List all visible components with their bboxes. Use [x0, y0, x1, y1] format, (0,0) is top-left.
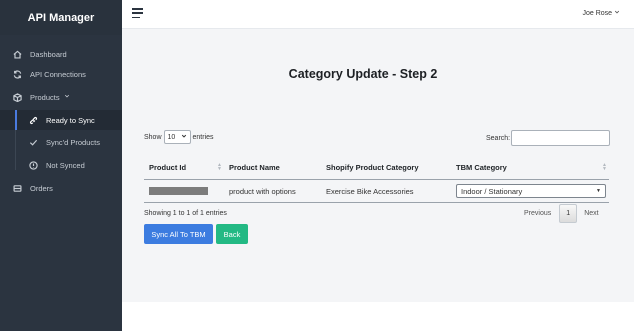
product-id-cell [144, 187, 224, 195]
sync-all-button[interactable]: Sync All To TBM [144, 224, 213, 244]
top-header: Joe Rose [122, 0, 634, 29]
product-name-cell: product with options [229, 186, 296, 196]
sidebar-item-syncd-products[interactable]: Sync'd Products [0, 132, 122, 152]
sidebar-item-label: Not Synced [46, 160, 85, 170]
column-header-shopify-category[interactable]: Shopify Product Category [321, 163, 451, 172]
search-label: Search: [486, 134, 511, 142]
sidebar-item-label: Ready to Sync [46, 115, 95, 125]
info-circle-icon [29, 160, 38, 170]
sync-icon [13, 69, 22, 79]
tbm-category-value: Indoor / Stationary [461, 186, 523, 196]
app-title: API Manager [0, 0, 122, 35]
chevron-down-icon [614, 10, 620, 17]
home-icon [13, 50, 22, 59]
user-menu[interactable]: Joe Rose [582, 9, 620, 17]
sidebar-item-ready-to-sync[interactable]: Ready to Sync [0, 110, 122, 130]
table-info: Showing 1 to 1 of 1 entries [144, 210, 227, 217]
page-title: Category Update - Step 2 [288, 67, 438, 81]
column-header-product-name[interactable]: Product Name [224, 163, 321, 172]
pagination: Previous 1 Next [524, 204, 599, 223]
entries-select[interactable]: 10 [163, 130, 191, 144]
sidebar-item-label: Products [30, 92, 60, 102]
user-name: Joe Rose [582, 10, 613, 17]
search-input[interactable] [511, 130, 611, 146]
sidebar-item-not-synced[interactable]: Not Synced [0, 155, 122, 175]
sidebar-item-dashboard[interactable]: Dashboard [0, 44, 122, 64]
tbm-category-cell: Indoor / Stationary ▼ [451, 184, 609, 198]
shopify-category-cell: Exercise Bike Accessories [326, 186, 414, 196]
sort-icon: ▲ ▼ [602, 162, 607, 172]
next-page-button[interactable]: Next [584, 210, 598, 217]
sidebar-item-label: Dashboard [30, 49, 67, 59]
link-icon [29, 116, 38, 125]
search-control: Search: [486, 130, 611, 146]
entries-value: 10 [167, 133, 176, 141]
main-content: Category Update - Step 2 Show 10 entries… [122, 29, 634, 302]
page-1-button[interactable]: 1 [559, 204, 578, 223]
entries-length-control: Show 10 entries [144, 130, 214, 144]
back-button[interactable]: Back [216, 224, 248, 244]
previous-page-button[interactable]: Previous [524, 210, 551, 217]
caret-down-icon: ▼ [596, 188, 601, 194]
redacted-product-id [149, 187, 208, 195]
sidebar-item-orders[interactable]: Orders [0, 178, 122, 198]
show-label: Show [144, 133, 162, 141]
chevron-down-icon [64, 93, 70, 101]
sidebar-item-products[interactable]: Products [0, 87, 122, 107]
entries-label: entries [192, 133, 214, 141]
check-icon [29, 138, 38, 147]
products-table: Product Id ▲ ▼ Product Name Shopify Produ… [144, 156, 609, 203]
tbm-category-select[interactable]: Indoor / Stationary ▼ [456, 184, 606, 198]
sidebar-item-label: API Connections [30, 69, 86, 79]
list-icon [13, 184, 22, 193]
footer [122, 302, 634, 331]
table-row: product with options Exercise Bike Acces… [144, 180, 609, 203]
chevron-down-icon [181, 133, 187, 141]
sidebar-item-label: Orders [30, 183, 53, 193]
box-icon [13, 92, 22, 102]
column-header-product-id[interactable]: Product Id ▲ ▼ [144, 162, 224, 173]
column-header-tbm-category[interactable]: TBM Category ▲ ▼ [451, 162, 609, 173]
sidebar: API Manager Dashboard API Connections Pr… [0, 0, 122, 331]
sort-icon: ▲ ▼ [217, 162, 222, 172]
sidebar-item-label: Sync'd Products [46, 137, 100, 147]
sidebar-item-api-connections[interactable]: API Connections [0, 64, 122, 84]
table-header: Product Id ▲ ▼ Product Name Shopify Produ… [144, 156, 609, 180]
hamburger-menu-icon[interactable] [132, 8, 143, 19]
